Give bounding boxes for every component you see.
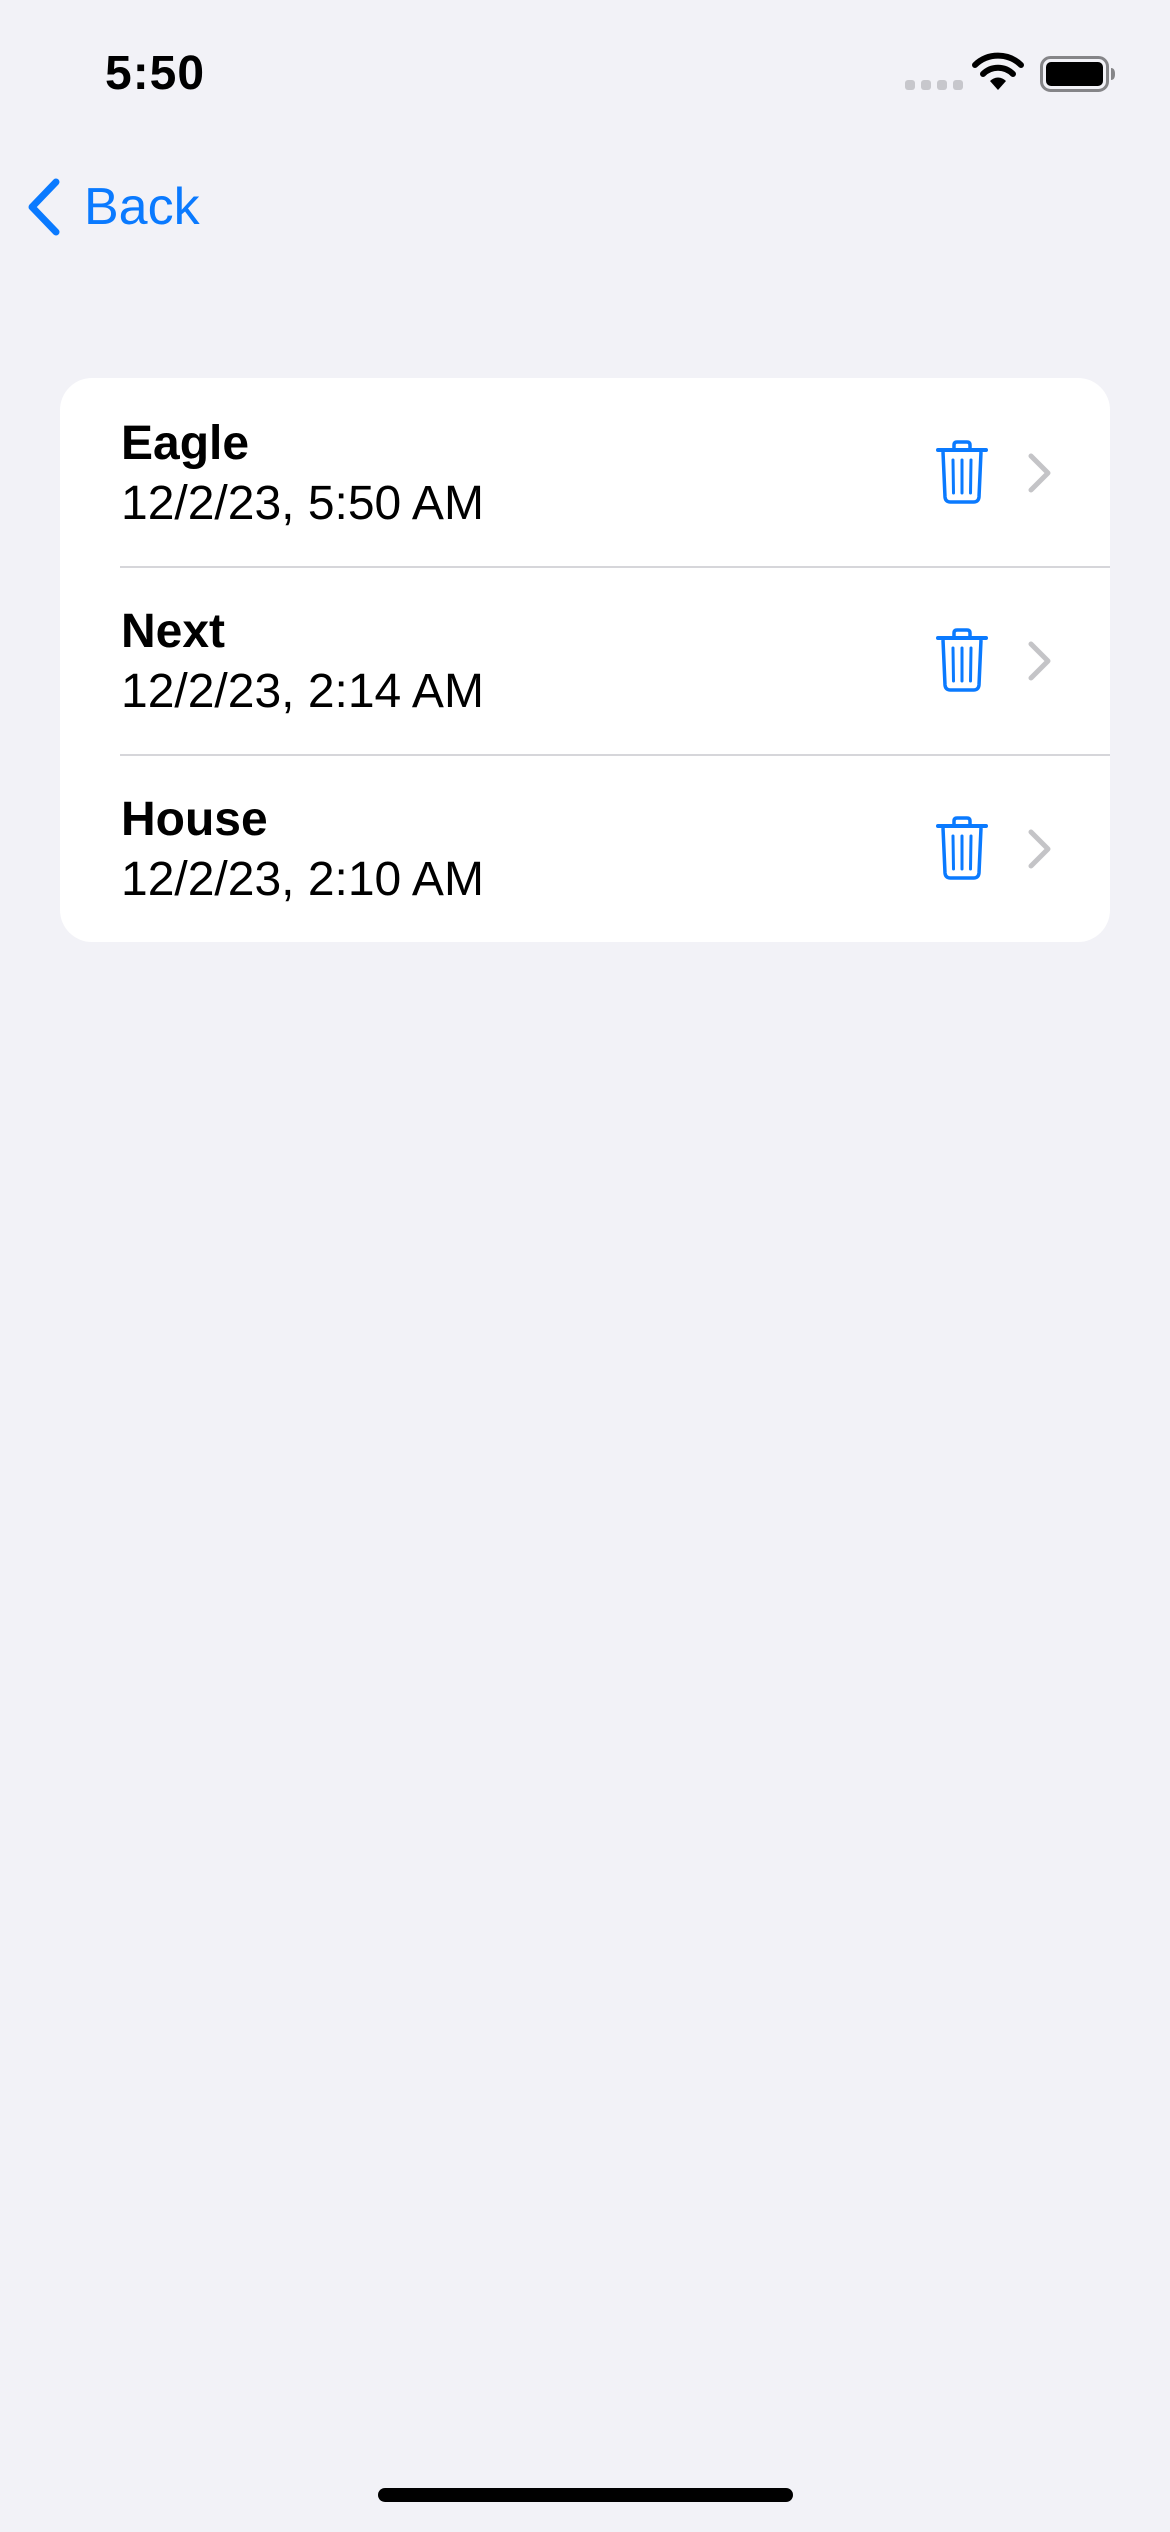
home-indicator[interactable] bbox=[378, 2488, 793, 2502]
chevron-right-icon bbox=[1028, 453, 1051, 493]
list-item-text: Next 12/2/23, 2:14 AM bbox=[121, 602, 484, 722]
battery-icon bbox=[1040, 56, 1115, 92]
back-button-label: Back bbox=[84, 178, 200, 236]
list-item[interactable]: House 12/2/23, 2:10 AM bbox=[60, 754, 1110, 942]
list-item-title: House bbox=[121, 793, 268, 846]
trash-icon[interactable] bbox=[936, 816, 988, 880]
status-time: 5:50 bbox=[105, 47, 206, 100]
list-item-text: Eagle 12/2/23, 5:50 AM bbox=[121, 414, 484, 534]
back-button[interactable]: Back bbox=[24, 172, 200, 242]
status-bar: 5:50 bbox=[0, 0, 1170, 140]
list-item[interactable]: Next 12/2/23, 2:14 AM bbox=[60, 566, 1110, 754]
chevron-right-icon bbox=[1028, 641, 1051, 681]
trash-icon[interactable] bbox=[936, 440, 988, 504]
list-item-title: Eagle bbox=[121, 417, 250, 470]
list-item[interactable]: Eagle 12/2/23, 5:50 AM bbox=[60, 378, 1110, 566]
list-item-date: 12/2/23, 5:50 AM bbox=[121, 477, 484, 530]
list-item-date: 12/2/23, 2:14 AM bbox=[121, 665, 484, 718]
cellular-signal-icon bbox=[905, 80, 963, 90]
list-item-title: Next bbox=[121, 605, 226, 658]
list-item-date: 12/2/23, 2:10 AM bbox=[121, 853, 484, 906]
list-item-text: House 12/2/23, 2:10 AM bbox=[121, 790, 484, 910]
chevron-left-icon bbox=[28, 178, 60, 236]
chevron-right-icon bbox=[1028, 829, 1051, 869]
history-list: Eagle 12/2/23, 5:50 AM Next 12/2/23, 2:1… bbox=[60, 378, 1110, 942]
wifi-icon bbox=[972, 52, 1024, 90]
trash-icon[interactable] bbox=[936, 628, 988, 692]
